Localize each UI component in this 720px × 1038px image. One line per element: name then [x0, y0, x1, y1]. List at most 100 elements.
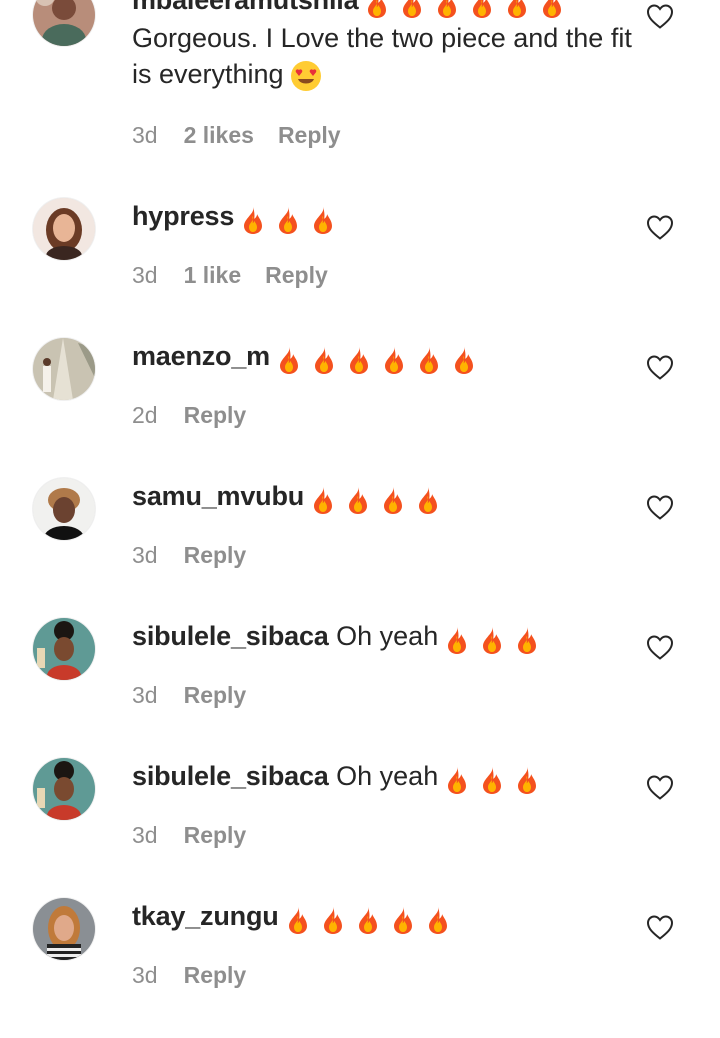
- comment-item: maenzo_m 2d Reply: [0, 338, 720, 478]
- avatar[interactable]: [33, 898, 95, 960]
- fire-emoji: [343, 485, 373, 515]
- comment-username[interactable]: sibulele_sibaca: [132, 761, 329, 791]
- fire-emoji: [423, 905, 453, 935]
- comment-time: 3d: [132, 262, 158, 288]
- comment-body: sibulele_sibaca Oh yeah: [132, 758, 632, 796]
- comment-username[interactable]: samu_mvubu: [132, 481, 304, 511]
- comment-username[interactable]: hypress: [132, 201, 234, 231]
- fire-emoji: [537, 0, 567, 19]
- comment-time: 3d: [132, 682, 158, 708]
- comment-text: Oh yeah: [336, 761, 439, 791]
- comments-list: mbaleeramutshila Gorgeous. I Love the tw…: [0, 0, 720, 1008]
- comment-time: 3d: [132, 542, 158, 568]
- reply-button[interactable]: Reply: [278, 122, 341, 148]
- fire-emoji: [442, 625, 472, 655]
- fire-emoji: [378, 485, 408, 515]
- fire-emoji: [379, 345, 409, 375]
- comment-meta: 3d Reply: [132, 681, 246, 709]
- fire-emoji: [388, 905, 418, 935]
- comment-body: sibulele_sibaca Oh yeah: [132, 618, 632, 656]
- comment-meta: 3d Reply: [132, 541, 246, 569]
- reply-button[interactable]: Reply: [184, 682, 247, 708]
- fire-emoji-group: [283, 900, 458, 936]
- fire-emoji: [397, 0, 427, 19]
- comment-body: hypress: [132, 198, 632, 236]
- fire-emoji: [308, 485, 338, 515]
- comment-username[interactable]: tkay_zungu: [132, 901, 279, 931]
- fire-emoji-group: [238, 200, 343, 236]
- fire-emoji: [362, 0, 392, 19]
- avatar[interactable]: [33, 198, 95, 260]
- fire-emoji-group: [442, 760, 547, 796]
- fire-emoji-group: [274, 340, 484, 376]
- comment-body: mbaleeramutshila Gorgeous. I Love the tw…: [132, 0, 632, 92]
- comment-username[interactable]: sibulele_sibaca: [132, 621, 329, 651]
- fire-emoji: [273, 205, 303, 235]
- comment-item: tkay_zungu 3d Reply: [0, 898, 720, 1038]
- reply-button[interactable]: Reply: [184, 402, 247, 428]
- fire-emoji: [512, 625, 542, 655]
- comment-body: maenzo_m: [132, 338, 632, 376]
- fire-emoji-group: [362, 0, 572, 20]
- comment-item: samu_mvubu 3d Reply: [0, 478, 720, 618]
- comment-item: sibulele_sibaca Oh yeah 3d Reply: [0, 758, 720, 898]
- comment-meta: 3d Reply: [132, 961, 246, 989]
- heart-outline-icon[interactable]: [646, 3, 674, 29]
- avatar[interactable]: [33, 0, 95, 46]
- heart-outline-icon[interactable]: [646, 494, 674, 520]
- comment-item: sibulele_sibaca Oh yeah 3d Reply: [0, 618, 720, 758]
- fire-emoji: [414, 345, 444, 375]
- fire-emoji: [432, 0, 462, 19]
- comment-meta: 2d Reply: [132, 401, 246, 429]
- comment-username[interactable]: mbaleeramutshila: [132, 0, 359, 15]
- comment-text: Gorgeous. I Love the two piece and the f…: [132, 22, 632, 89]
- comment-likes[interactable]: 2 likes: [184, 122, 254, 148]
- comment-body: samu_mvubu: [132, 478, 632, 516]
- comment-meta: 3d Reply: [132, 821, 246, 849]
- comment-username[interactable]: maenzo_m: [132, 341, 270, 371]
- fire-emoji: [449, 345, 479, 375]
- reply-button[interactable]: Reply: [184, 542, 247, 568]
- comment-meta: 3d 2 likes Reply: [132, 121, 341, 149]
- heart-outline-icon[interactable]: [646, 214, 674, 240]
- comment-time: 3d: [132, 122, 158, 148]
- fire-emoji-group: [308, 480, 448, 516]
- comment-likes[interactable]: 1 like: [184, 262, 242, 288]
- reply-button[interactable]: Reply: [265, 262, 328, 288]
- fire-emoji: [309, 345, 339, 375]
- comment-body: tkay_zungu: [132, 898, 632, 936]
- fire-emoji: [353, 905, 383, 935]
- comment-item: hypress 3d 1 like Reply: [0, 198, 720, 338]
- comment-time: 3d: [132, 822, 158, 848]
- comment-item: mbaleeramutshila Gorgeous. I Love the tw…: [0, 0, 720, 148]
- heart-outline-icon[interactable]: [646, 774, 674, 800]
- fire-emoji: [308, 205, 338, 235]
- fire-emoji: [477, 625, 507, 655]
- fire-emoji: [442, 765, 472, 795]
- reply-button[interactable]: Reply: [184, 822, 247, 848]
- reply-button[interactable]: Reply: [184, 962, 247, 988]
- fire-emoji: [344, 345, 374, 375]
- comment-time: 2d: [132, 402, 158, 428]
- heart-eyes-emoji: [290, 60, 322, 92]
- comment-text: Oh yeah: [336, 621, 439, 651]
- avatar[interactable]: [33, 758, 95, 820]
- avatar[interactable]: [33, 618, 95, 680]
- comment-time: 3d: [132, 962, 158, 988]
- fire-emoji: [502, 0, 532, 19]
- heart-outline-icon[interactable]: [646, 354, 674, 380]
- fire-emoji: [477, 765, 507, 795]
- fire-emoji-group: [442, 620, 547, 656]
- fire-emoji: [318, 905, 348, 935]
- comment-meta: 3d 1 like Reply: [132, 261, 328, 289]
- fire-emoji: [283, 905, 313, 935]
- fire-emoji: [413, 485, 443, 515]
- fire-emoji: [512, 765, 542, 795]
- fire-emoji: [274, 345, 304, 375]
- heart-outline-icon[interactable]: [646, 634, 674, 660]
- avatar[interactable]: [33, 478, 95, 540]
- avatar[interactable]: [33, 338, 95, 400]
- fire-emoji: [467, 0, 497, 19]
- fire-emoji: [238, 205, 268, 235]
- heart-outline-icon[interactable]: [646, 914, 674, 940]
